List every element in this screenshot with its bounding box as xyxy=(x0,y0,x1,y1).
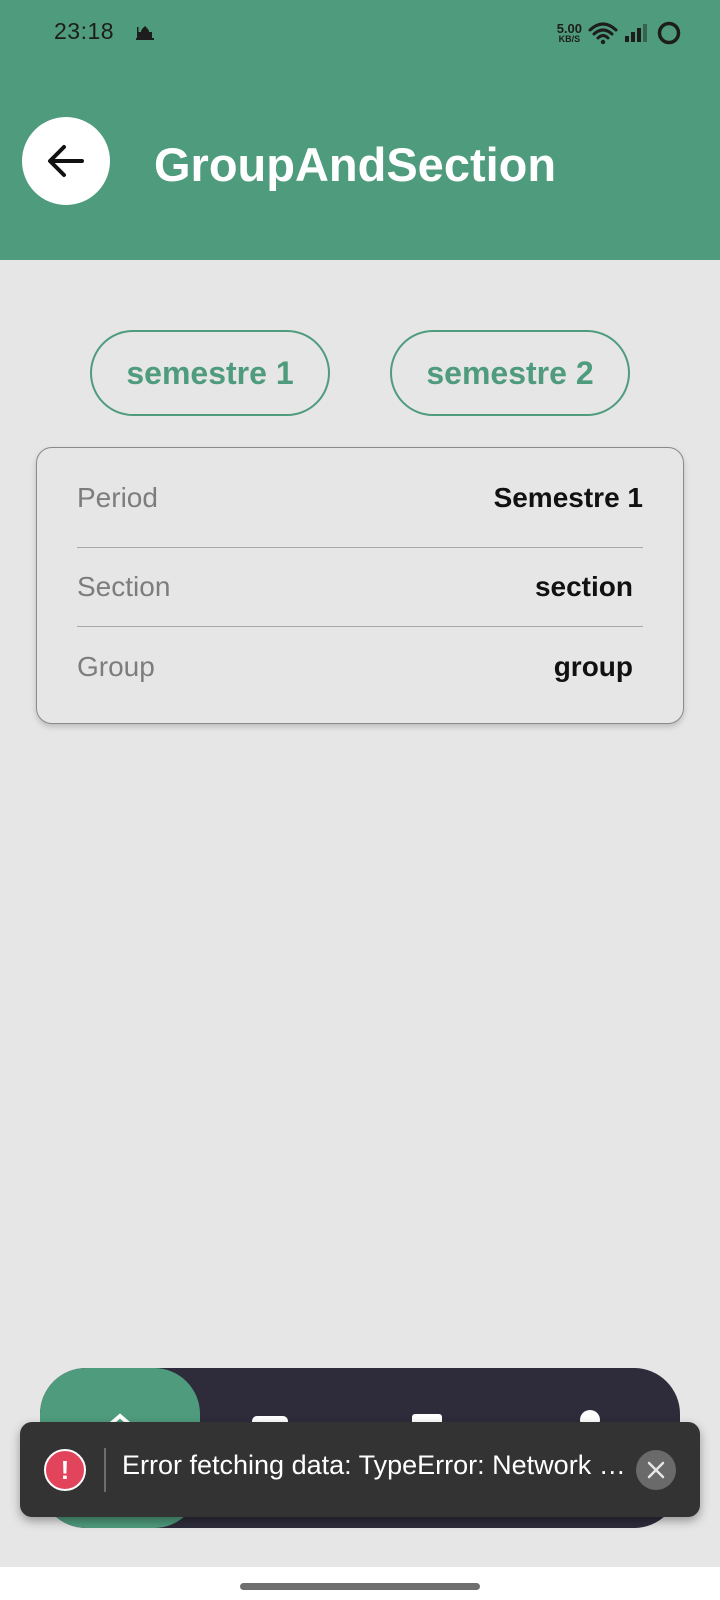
toast-divider xyxy=(104,1448,106,1492)
wifi-icon xyxy=(588,22,618,45)
page-title: GroupAndSection xyxy=(154,138,557,191)
status-time: 23:18 xyxy=(54,18,115,44)
semester-2-button[interactable]: semestre 2 xyxy=(390,330,630,416)
info-row-period: Period Semestre 1 xyxy=(77,448,643,548)
close-toast-button[interactable] xyxy=(636,1450,676,1490)
group-section-card: Period Semestre 1 Section section Group … xyxy=(36,447,684,724)
period-label: Period xyxy=(77,481,158,513)
info-row-section: Section section xyxy=(77,548,643,627)
network-speed-unit: KB/S xyxy=(558,34,581,44)
status-icons: 5.00 KB/S xyxy=(557,18,682,48)
toast-message: Error fetching data: TypeError: Network … xyxy=(122,1450,632,1480)
network-speed: 5.00 KB/S xyxy=(557,22,582,44)
error-icon: ! xyxy=(44,1449,86,1491)
close-icon xyxy=(647,1461,665,1479)
back-button[interactable] xyxy=(22,117,110,205)
group-value: group xyxy=(553,650,633,682)
app-header: 23:18 5.00 KB/S GroupAndSection xyxy=(0,0,720,260)
error-toast: ! Error fetching data: TypeError: Networ… xyxy=(20,1422,700,1517)
info-row-group: Group group xyxy=(77,627,643,706)
period-value: Semestre 1 xyxy=(493,481,643,513)
arrow-left-icon xyxy=(48,145,84,177)
section-value: section xyxy=(534,571,633,602)
signal-icon xyxy=(625,24,647,42)
semester-1-button[interactable]: semestre 1 xyxy=(90,330,330,416)
battery-icon xyxy=(657,21,681,45)
gesture-handle[interactable] xyxy=(240,1583,480,1590)
group-label: Group xyxy=(77,650,155,682)
mosque-icon xyxy=(136,26,154,40)
section-label: Section xyxy=(77,571,171,602)
